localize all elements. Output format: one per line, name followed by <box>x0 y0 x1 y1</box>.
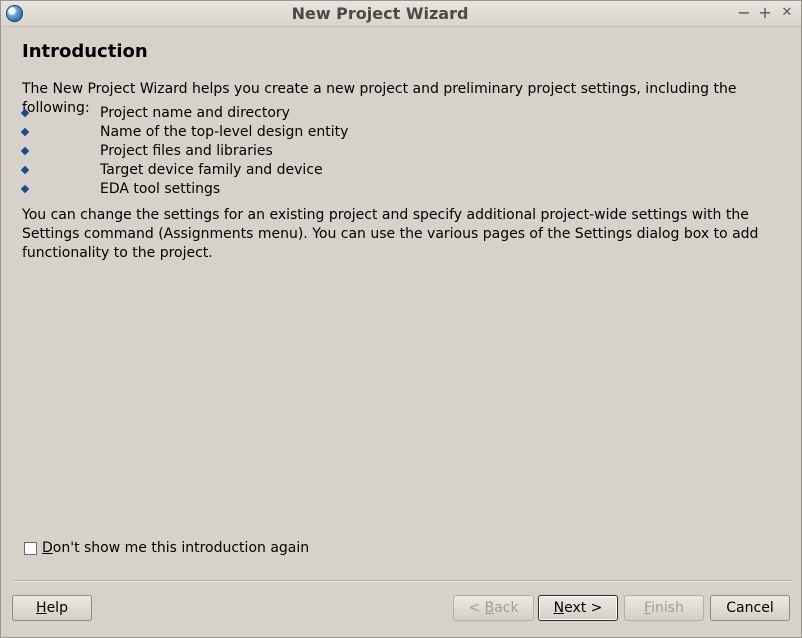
next-button[interactable]: Next > <box>538 595 618 621</box>
help-button[interactable]: Help <box>12 595 92 621</box>
diamond-bullet-icon <box>20 184 30 194</box>
diamond-bullet-icon <box>20 146 30 156</box>
dont-show-again-label[interactable]: Don't show me this introduction again <box>42 540 309 556</box>
settings-note: You can change the settings for an exist… <box>22 207 759 261</box>
maximize-button[interactable]: + <box>755 3 775 23</box>
diamond-bullet-icon <box>20 165 30 175</box>
minimize-button[interactable]: − <box>734 3 754 23</box>
list-item-label: EDA tool settings <box>100 181 221 197</box>
list-item-label: Project name and directory <box>100 105 290 121</box>
title-bar[interactable]: New Project Wizard − + ✕ <box>1 1 801 27</box>
list-item-label: Project files and libraries <box>100 143 273 159</box>
close-button[interactable]: ✕ <box>777 3 797 23</box>
cancel-button[interactable]: Cancel <box>710 595 790 621</box>
list-item-label: Target device family and device <box>100 162 323 178</box>
back-button[interactable]: < Back <box>453 595 534 621</box>
finish-button[interactable]: Finish <box>624 595 704 621</box>
diamond-bullet-icon <box>20 127 30 137</box>
wizard-window: New Project Wizard − + ✕ Introduction Th… <box>0 0 802 638</box>
window-title: New Project Wizard <box>291 4 469 23</box>
list-item-label: Name of the top-level design entity <box>100 124 349 140</box>
dont-show-again-checkbox[interactable] <box>24 542 37 555</box>
button-separator <box>13 580 791 582</box>
page-heading: Introduction <box>22 41 148 62</box>
